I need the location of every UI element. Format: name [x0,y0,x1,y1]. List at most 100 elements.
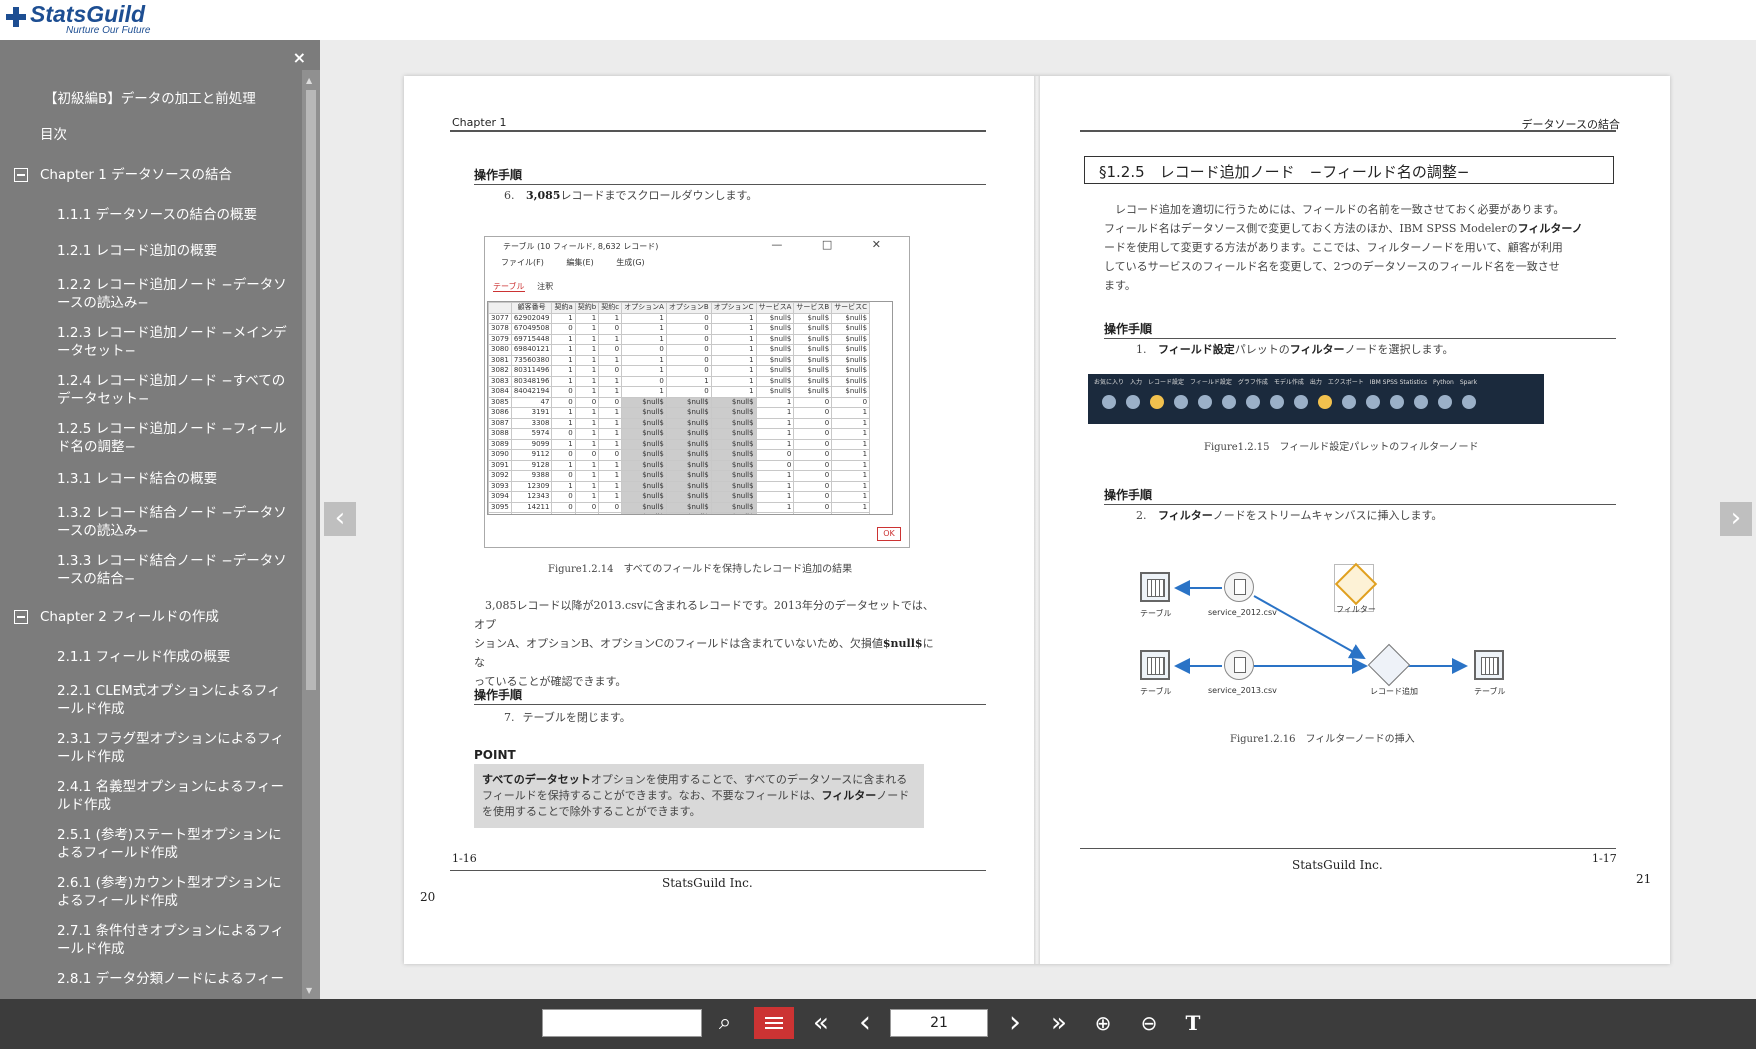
table-cell: 1 [755,407,795,419]
table-cell: $null$ [831,386,871,398]
prev-page-button[interactable]: ‹ [850,1007,880,1039]
first-page-button[interactable]: « [806,1007,836,1039]
scroll-down-icon[interactable]: ▼ [306,986,312,995]
toc-item[interactable]: 1.2.4 レコード追加ノード −すべてのデータセット− [57,372,289,408]
table-cell: 0 [621,344,667,356]
toc-item[interactable]: 【初級編B】データの加工と前処理 [44,90,256,108]
table-cell: $null$ [665,512,712,514]
table-cell: 14211 [510,501,553,513]
table-cell: $null$ [710,480,757,492]
search-button[interactable]: ⌕ [710,1007,740,1039]
table-cell: 1 [621,312,667,324]
prev-page-button[interactable]: ‹ [324,502,356,536]
node-icon [1126,395,1140,409]
table-row: 3077 62902049 1 1 1 1 0 1 $null$ $null$ $null$ [488,312,871,324]
table-cell: $null$ [710,470,757,482]
toc-item[interactable]: Chapter 1 データソースの結合 [40,166,232,184]
next-page-button[interactable]: › [1720,502,1752,536]
toc-item[interactable]: 2.8.1 データ分類ノードによるフィールド作成 [57,970,293,988]
toc-item[interactable]: 2.3.1 フラグ型オプションによるフィールド作成 [57,730,293,766]
toc-item[interactable]: 2.7.1 条件付きオプションによるフィールド作成 [57,922,293,958]
column-header: オプションA [621,302,667,314]
section-heading: 操作手順 [1104,322,1153,336]
toc-item[interactable]: 2.2.1 CLEM式オプションによるフィールド作成 [57,682,293,718]
table-cell: 0 [551,323,576,335]
text-mode-button[interactable]: T [1178,1007,1208,1039]
table-row: 309614821011$null$$null$$null$101 [488,512,871,514]
figure-caption: Figure1.2.15 フィールド設定パレットのフィルターノード [1204,442,1479,453]
toc-item[interactable]: 2.1.1 フィールド作成の概要 [57,648,230,666]
page-number: 20 [420,890,436,904]
node-icon [1270,395,1284,409]
table-cell: 1 [598,407,623,419]
logo[interactable]: StatsGuild Nurture Our Future [6,2,150,36]
next-page-button[interactable]: › [1000,1007,1030,1039]
table-cell: 12343 [510,491,553,503]
zoom-in-button[interactable]: ⊕ [1088,1007,1118,1039]
page-viewer: ‹ › Chapter 1 操作手順 6. 3,085レコードまでスクロールダウ… [320,40,1756,999]
table-cell: $null$ [831,365,871,377]
toc-item[interactable]: 1.3.1 レコード結合の概要 [57,470,217,488]
table-cell: $null$ [793,354,833,366]
data-table: 顧客番号 契約a 契約b 契約c オプションA オプションB オプションC サービスA サービス… [487,301,893,515]
toc-item[interactable]: 2.6.1 (参考)カウント型オプションによるフィールド作成 [57,874,293,910]
table-cell: 1 [574,470,600,482]
toc-item[interactable]: 1.1.1 データソースの結合の概要 [57,206,257,224]
page-right: データソースの結合 §1.2.5 レコード追加ノード −フィールド名の調整− レ… [1040,76,1670,964]
file-source-icon [1224,650,1254,680]
table-cell: 67049508 [510,323,553,335]
toc-toggle-button[interactable] [754,1007,794,1039]
zoom-out-button[interactable]: ⊖ [1134,1007,1164,1039]
collapse-icon[interactable] [14,168,28,182]
node-icon [1342,395,1356,409]
table-cell: $null$ [621,512,667,514]
toc-item[interactable]: 1.2.5 レコード追加ノード −フィールド名の調整− [57,420,289,456]
table-cell: 1 [710,375,757,387]
table-cell: 1 [755,428,795,440]
toc-item[interactable]: Chapter 2 フィールドの作成 [40,608,219,626]
table-row: 3088 5974 0 1 1 $null$ $null$ $null$ 1 0 1 [488,428,871,440]
section-rule [474,184,986,185]
toc-item[interactable]: 1.3.2 レコード結合ノード −データソースの読込み− [57,504,289,540]
table-cell: $null$ [831,354,871,366]
toc-item[interactable]: 1.2.2 レコード追加ノード −データソースの読込み− [57,276,289,312]
table-cell: 1 [598,459,623,471]
table-row: 3085 47 0 0 0 $null$ $null$ $null$ 1 0 0 [488,396,871,408]
table-cell: 1 [621,333,667,345]
table-cell: 0 [793,449,833,461]
table-cell: $null$ [665,459,712,471]
table-cell: 1 [598,480,623,492]
table-cell: 3078 [488,323,512,335]
table-cell: 1 [710,312,757,324]
table-cell: 1 [551,333,576,345]
table-cell: 0 [665,386,712,398]
search-input[interactable] [542,1009,702,1037]
toc-item[interactable]: 1.2.1 レコード追加の概要 [57,242,217,260]
collapse-icon[interactable] [14,610,28,624]
last-page-button[interactable]: » [1044,1007,1074,1039]
table-cell: $null$ [755,333,795,345]
table-node-icon [1474,650,1504,680]
close-icon[interactable]: × [293,48,306,67]
table-cell: 0 [598,344,623,356]
toc-item[interactable]: 2.4.1 名義型オプションによるフィールド作成 [57,778,293,814]
toc-item[interactable]: 1.3.3 レコード結合ノード −データソースの結合− [57,552,289,588]
table-cell: $null$ [831,375,871,387]
table-cell: 9128 [510,459,553,471]
toc-item[interactable]: 2.5.1 (参考)ステート型オプションによるフィールド作成 [57,826,293,862]
table-cell: 1 [574,323,600,335]
scroll-up-icon[interactable]: ▲ [306,76,312,85]
step-6: 6. 3,085レコードまでスクロールダウンします。 [504,189,758,202]
table-row: 3080 69840121 1 1 0 0 0 1 $null$ $null$ $null$ [488,344,871,356]
toc-item[interactable]: 1.2.3 レコード追加ノード −メインデータセット− [57,324,289,360]
toc-item[interactable]: 目次 [40,126,67,144]
table-cell: 1 [621,386,667,398]
toc-scroll-thumb[interactable] [306,90,316,690]
table-cell: 1 [551,365,576,377]
table-cell: 1 [598,333,623,345]
table-cell: 3092 [488,470,512,482]
page-number-input[interactable]: 21 [890,1009,988,1037]
table-row: 3086 3191 1 1 1 $null$ $null$ $null$ 1 0 1 [488,407,871,419]
table-cell: 62902049 [510,312,553,324]
table-cell: $null$ [793,312,833,324]
